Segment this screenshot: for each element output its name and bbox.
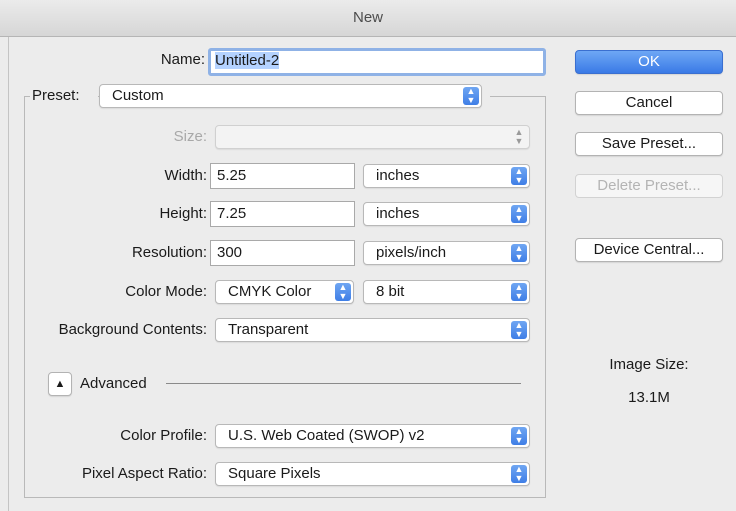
height-value: 7.25 [217, 205, 247, 222]
name-value: Untitled-2 [215, 52, 280, 69]
ok-button[interactable]: OK [575, 50, 723, 74]
advanced-divider [166, 383, 521, 384]
triangle-up-icon: ▲ [54, 378, 66, 390]
chevron-up-down-icon: ▲ ▼ [511, 244, 527, 262]
resolution-value: 300 [217, 244, 243, 261]
background-value: Transparent [228, 321, 309, 338]
width-unit-value: inches [376, 167, 420, 184]
color-profile-value: U.S. Web Coated (SWOP) v2 [228, 427, 425, 444]
preset-value: Custom [112, 87, 164, 104]
bit-depth-value: 8 bit [376, 283, 405, 300]
image-size-label: Image Size: [609, 356, 689, 373]
height-field[interactable]: 7.25 [210, 201, 355, 227]
window-titlebar: New [0, 0, 736, 37]
pixel-aspect-select[interactable]: Square Pixels ▲ ▼ [215, 462, 530, 486]
name-field[interactable]: Untitled-2 [208, 48, 546, 76]
bit-depth-select[interactable]: 8 bit ▲ ▼ [363, 280, 530, 304]
chevron-up-down-icon: ▲ ▼ [511, 167, 527, 185]
chevron-up-down-icon: ▲ ▼ [511, 283, 527, 301]
delete-preset-button: Delete Preset... [575, 174, 723, 198]
chevron-up-down-icon: ▲ ▼ [511, 205, 527, 223]
color-mode-value: CMYK Color [228, 283, 312, 300]
width-value: 5.25 [217, 167, 247, 184]
height-unit-value: inches [376, 205, 420, 222]
background-label: Background Contents: [58, 321, 207, 338]
width-label: Width: [164, 167, 207, 184]
window-edge [8, 37, 9, 511]
resolution-label: Resolution: [131, 244, 207, 261]
size-label: Size: [173, 128, 207, 145]
device-central-button[interactable]: Device Central... [575, 238, 723, 262]
chevron-up-down-icon: ▲ ▼ [511, 465, 527, 483]
window-title: New [352, 9, 383, 26]
height-unit-select[interactable]: inches ▲ ▼ [363, 202, 530, 226]
chevron-up-down-icon: ▲ ▼ [335, 283, 351, 301]
chevron-up-down-icon: ▲ ▼ [511, 321, 527, 339]
height-label: Height: [159, 205, 207, 222]
resolution-unit-select[interactable]: pixels/inch ▲ ▼ [363, 241, 530, 265]
color-profile-select[interactable]: U.S. Web Coated (SWOP) v2 ▲ ▼ [215, 424, 530, 448]
cancel-button[interactable]: Cancel [575, 91, 723, 115]
color-mode-label: Color Mode: [125, 283, 207, 300]
width-field[interactable]: 5.25 [210, 163, 355, 189]
pixel-aspect-label: Pixel Aspect Ratio: [81, 465, 207, 482]
pixel-aspect-value: Square Pixels [228, 465, 321, 482]
size-select: ▲ ▼ [215, 125, 530, 149]
image-size-value: 13.1M [628, 389, 670, 406]
width-unit-select[interactable]: inches ▲ ▼ [363, 164, 530, 188]
preset-label: Preset: [32, 87, 80, 104]
save-preset-button[interactable]: Save Preset... [575, 132, 723, 156]
chevron-up-down-icon: ▲ ▼ [463, 87, 479, 105]
color-profile-label: Color Profile: [120, 427, 207, 444]
advanced-disclosure-button[interactable]: ▲ [48, 372, 72, 396]
preset-select[interactable]: Custom ▲ ▼ [99, 84, 482, 108]
color-mode-select[interactable]: CMYK Color ▲ ▼ [215, 280, 354, 304]
advanced-label: Advanced [80, 375, 147, 392]
resolution-field[interactable]: 300 [210, 240, 355, 266]
resolution-unit-value: pixels/inch [376, 244, 447, 261]
chevron-up-down-icon: ▲ ▼ [511, 427, 527, 445]
name-label: Name: [160, 51, 205, 68]
background-select[interactable]: Transparent ▲ ▼ [215, 318, 530, 342]
chevron-up-down-icon: ▲ ▼ [514, 127, 524, 146]
